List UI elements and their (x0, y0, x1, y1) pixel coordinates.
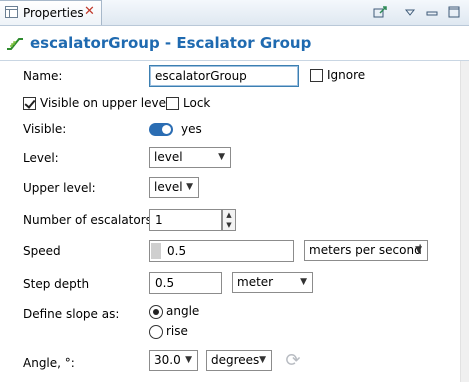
angle-label: Angle, °: (23, 356, 75, 370)
refresh-icon[interactable]: ⟳ (284, 352, 302, 370)
lock-label: Lock (183, 96, 211, 110)
chevron-down-icon: ▼ (186, 182, 193, 192)
upper-level-select-value: level (154, 180, 183, 194)
properties-panel: Properties ✕ escalatorGroup - Escalator … (0, 0, 469, 382)
slope-angle-label: angle (166, 304, 200, 318)
stepper-down-icon[interactable]: ▼ (223, 220, 235, 230)
maximize-icon[interactable] (446, 4, 462, 20)
pin-icon[interactable] (372, 4, 388, 20)
ignore-label: Ignore (327, 68, 366, 82)
chevron-down-icon: ▼ (300, 277, 307, 287)
angle-value-select[interactable]: 30.0 ▼ (149, 350, 198, 371)
visible-on-upper-level-checkbox[interactable] (23, 97, 36, 110)
properties-tab[interactable]: Properties ✕ (0, 0, 102, 25)
number-of-escalators-stepper[interactable]: ▲ ▼ (222, 209, 236, 231)
upper-level-select[interactable]: level ▼ (149, 177, 199, 198)
name-input[interactable]: escalatorGroup (149, 65, 299, 87)
chevron-down-icon: ▼ (415, 245, 422, 255)
step-depth-input[interactable]: 0.5 (149, 272, 222, 294)
properties-icon (5, 6, 18, 18)
step-depth-label: Step depth (23, 277, 90, 291)
visible-on-upper-level-label: Visible on upper level (40, 96, 170, 110)
level-label: Level: (23, 151, 59, 165)
define-slope-label: Define slope as: (23, 307, 120, 321)
stepper-up-icon[interactable]: ▲ (223, 210, 235, 220)
code-field-marker (151, 243, 161, 259)
escalator-icon (6, 34, 24, 52)
page-title: escalatorGroup - Escalator Group (30, 34, 312, 52)
upper-level-label: Upper level: (23, 181, 96, 195)
close-icon[interactable]: ✕ (84, 4, 95, 19)
angle-unit-select[interactable]: degrees ▼ (206, 350, 272, 371)
chevron-down-icon: ▼ (259, 355, 266, 365)
angle-value: 30.0 (154, 353, 181, 367)
properties-header: escalatorGroup - Escalator Group (0, 26, 469, 61)
speed-unit-select[interactable]: meters per second ▼ (304, 240, 428, 261)
minimize-icon[interactable] (424, 4, 440, 20)
visible-label: Visible: (23, 122, 67, 136)
tab-title: Properties (23, 6, 84, 20)
speed-input[interactable]: 0.5 (149, 240, 294, 262)
speed-unit-value: meters per second (309, 243, 422, 257)
visible-toggle[interactable] (149, 123, 173, 136)
slope-rise-radio[interactable] (149, 325, 163, 339)
lock-checkbox[interactable] (166, 97, 179, 110)
name-label: Name: (23, 69, 63, 83)
slope-rise-label: rise (166, 324, 188, 338)
angle-unit-value: degrees (211, 353, 260, 367)
vertical-scrollbar[interactable] (460, 61, 469, 382)
chevron-down-icon: ▼ (185, 355, 192, 365)
level-select-value: level (154, 150, 183, 164)
view-tab-bar: Properties ✕ (0, 0, 469, 26)
view-menu-icon[interactable] (402, 4, 418, 20)
level-select[interactable]: level ▼ (149, 147, 231, 168)
number-of-escalators-input[interactable]: 1 (149, 209, 222, 231)
step-depth-unit-select[interactable]: meter ▼ (232, 272, 313, 293)
properties-form: Name: escalatorGroup Ignore Visible on u… (0, 61, 460, 382)
chevron-down-icon: ▼ (218, 152, 225, 162)
visible-value: yes (181, 122, 202, 136)
speed-label: Speed (23, 244, 61, 258)
step-depth-unit-value: meter (237, 275, 274, 289)
number-of-escalators-label: Number of escalators: (23, 213, 156, 227)
ignore-checkbox[interactable] (310, 69, 323, 82)
slope-angle-radio[interactable] (149, 305, 163, 319)
